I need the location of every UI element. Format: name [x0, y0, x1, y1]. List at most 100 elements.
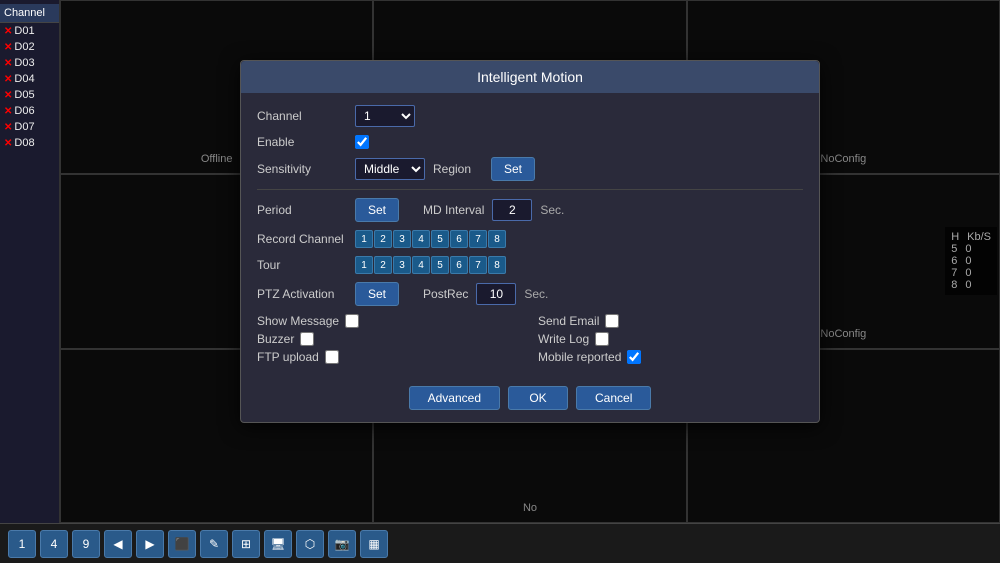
sidebar-item-d05[interactable]: ✕D05 [0, 87, 59, 103]
channel-label-d07: D07 [14, 121, 34, 133]
record-ch-btn-7[interactable]: 7 [469, 230, 487, 248]
sidebar-item-d01[interactable]: ✕D01 [0, 23, 59, 39]
channel-select[interactable]: 1 [355, 105, 415, 127]
tour-ch-btn-4[interactable]: 4 [412, 256, 430, 274]
buzzer-row: Buzzer [257, 332, 522, 346]
send-email-checkbox[interactable] [605, 314, 619, 328]
enable-label: Enable [257, 135, 347, 149]
postrec-unit: Sec. [524, 287, 548, 301]
record-ch-btn-5[interactable]: 5 [431, 230, 449, 248]
dialog-overlay: Intelligent Motion Channel 1 Enable [60, 0, 1000, 483]
channel-label-d02: D02 [14, 41, 34, 53]
tour-ch-btn-5[interactable]: 5 [431, 256, 449, 274]
toolbar-btn-prev[interactable]: ◀ [104, 530, 132, 558]
toolbar-btn-nine-view[interactable]: 9 [72, 530, 100, 558]
sidebar-item-d06[interactable]: ✕D06 [0, 103, 59, 119]
postrec-label: PostRec [423, 287, 468, 301]
intelligent-motion-dialog: Intelligent Motion Channel 1 Enable [240, 60, 820, 423]
sidebar-items: ✕D01✕D02✕D03✕D04✕D05✕D06✕D07✕D08 [0, 23, 59, 151]
tour-label: Tour [257, 258, 347, 272]
channel-label-d03: D03 [14, 57, 34, 69]
status-icon-d08: ✕ [4, 138, 12, 149]
send-email-label: Send Email [538, 314, 599, 328]
record-channel-nums: 12345678 [355, 230, 506, 248]
write-log-checkbox[interactable] [595, 332, 609, 346]
ftp-label: FTP upload [257, 350, 319, 364]
ftp-checkbox[interactable] [325, 350, 339, 364]
record-ch-btn-1[interactable]: 1 [355, 230, 373, 248]
toolbar-btn-edit[interactable]: ✎ [200, 530, 228, 558]
divider-1 [257, 189, 803, 190]
toolbar-btn-pip[interactable]: ⊞ [232, 530, 260, 558]
tour-ch-btn-8[interactable]: 8 [488, 256, 506, 274]
record-channel-row: Record Channel 12345678 [257, 230, 803, 248]
tour-ch-btn-6[interactable]: 6 [450, 256, 468, 274]
tour-ch-btn-1[interactable]: 1 [355, 256, 373, 274]
period-set-button[interactable]: Set [355, 198, 399, 222]
ok-button[interactable]: OK [508, 386, 568, 410]
options-grid: Show Message Send Email Buzzer Writ [257, 314, 803, 364]
dialog-footer: Advanced OK Cancel [241, 376, 819, 422]
toolbar-btn-four-view[interactable]: 4 [40, 530, 68, 558]
sidebar-item-d08[interactable]: ✕D08 [0, 135, 59, 151]
status-icon-d07: ✕ [4, 122, 12, 133]
tour-ch-btn-2[interactable]: 2 [374, 256, 392, 274]
record-channel-label: Record Channel [257, 232, 347, 246]
dialog-title: Intelligent Motion [241, 61, 819, 93]
ptz-label: PTZ Activation [257, 287, 347, 301]
channel-label-d01: D01 [14, 25, 34, 37]
toolbar-btn-display[interactable]: 🖥 [264, 530, 292, 558]
md-interval-unit: Sec. [540, 203, 564, 217]
tour-ch-btn-7[interactable]: 7 [469, 256, 487, 274]
postrec-input[interactable] [476, 283, 516, 305]
region-set-button[interactable]: Set [491, 157, 535, 181]
md-interval-label: MD Interval [423, 203, 484, 217]
status-icon-d04: ✕ [4, 74, 12, 85]
show-message-checkbox[interactable] [345, 314, 359, 328]
send-email-row: Send Email [538, 314, 803, 328]
toolbar-btn-menu[interactable]: ▦ [360, 530, 388, 558]
period-md-row: Period Set MD Interval Sec. [257, 198, 803, 222]
main-layout: Channel ✕D01✕D02✕D03✕D04✕D05✕D06✕D07✕D08… [0, 0, 1000, 563]
sidebar-header: Channel [0, 4, 59, 23]
toolbar-btn-main-view[interactable]: ⬛ [168, 530, 196, 558]
sidebar-item-d07[interactable]: ✕D07 [0, 119, 59, 135]
sensitivity-row: Sensitivity Low Middle High Region Set [257, 157, 803, 181]
sensitivity-select[interactable]: Low Middle High [355, 158, 425, 180]
buzzer-checkbox[interactable] [300, 332, 314, 346]
status-icon-d05: ✕ [4, 90, 12, 101]
toolbar-btn-camera[interactable]: 📷 [328, 530, 356, 558]
toolbar-btn-network[interactable]: ⬡ [296, 530, 324, 558]
sidebar-item-d04[interactable]: ✕D04 [0, 71, 59, 87]
sidebar-item-d03[interactable]: ✕D03 [0, 55, 59, 71]
sidebar-item-d02[interactable]: ✕D02 [0, 39, 59, 55]
record-ch-btn-4[interactable]: 4 [412, 230, 430, 248]
write-log-row: Write Log [538, 332, 803, 346]
dialog-body: Channel 1 Enable Sensitivity [241, 93, 819, 376]
period-label: Period [257, 203, 347, 217]
ptz-postrec-row: PTZ Activation Set PostRec Sec. [257, 282, 803, 306]
status-icon-d01: ✕ [4, 26, 12, 37]
bottom-toolbar: 149◀▶⬛✎⊞🖥⬡📷▦ [0, 523, 1000, 563]
channel-label: Channel [257, 109, 347, 123]
toolbar-btn-next[interactable]: ▶ [136, 530, 164, 558]
toolbar-btn-one-view[interactable]: 1 [8, 530, 36, 558]
mobile-checkbox[interactable] [627, 350, 641, 364]
content-area: Offline NoConfig NoConfig No NoConfig H … [60, 0, 1000, 523]
ptz-set-button[interactable]: Set [355, 282, 399, 306]
record-ch-btn-2[interactable]: 2 [374, 230, 392, 248]
md-interval-input[interactable] [492, 199, 532, 221]
status-icon-d02: ✕ [4, 42, 12, 53]
advanced-button[interactable]: Advanced [409, 386, 500, 410]
record-ch-btn-6[interactable]: 6 [450, 230, 468, 248]
channel-label-d06: D06 [14, 105, 34, 117]
enable-checkbox[interactable] [355, 135, 369, 149]
record-ch-btn-8[interactable]: 8 [488, 230, 506, 248]
record-ch-btn-3[interactable]: 3 [393, 230, 411, 248]
tour-ch-btn-3[interactable]: 3 [393, 256, 411, 274]
cancel-button[interactable]: Cancel [576, 386, 651, 410]
tour-row: Tour 12345678 [257, 256, 803, 274]
sidebar: Channel ✕D01✕D02✕D03✕D04✕D05✕D06✕D07✕D08 [0, 0, 60, 523]
buzzer-label: Buzzer [257, 332, 294, 346]
write-log-label: Write Log [538, 332, 589, 346]
